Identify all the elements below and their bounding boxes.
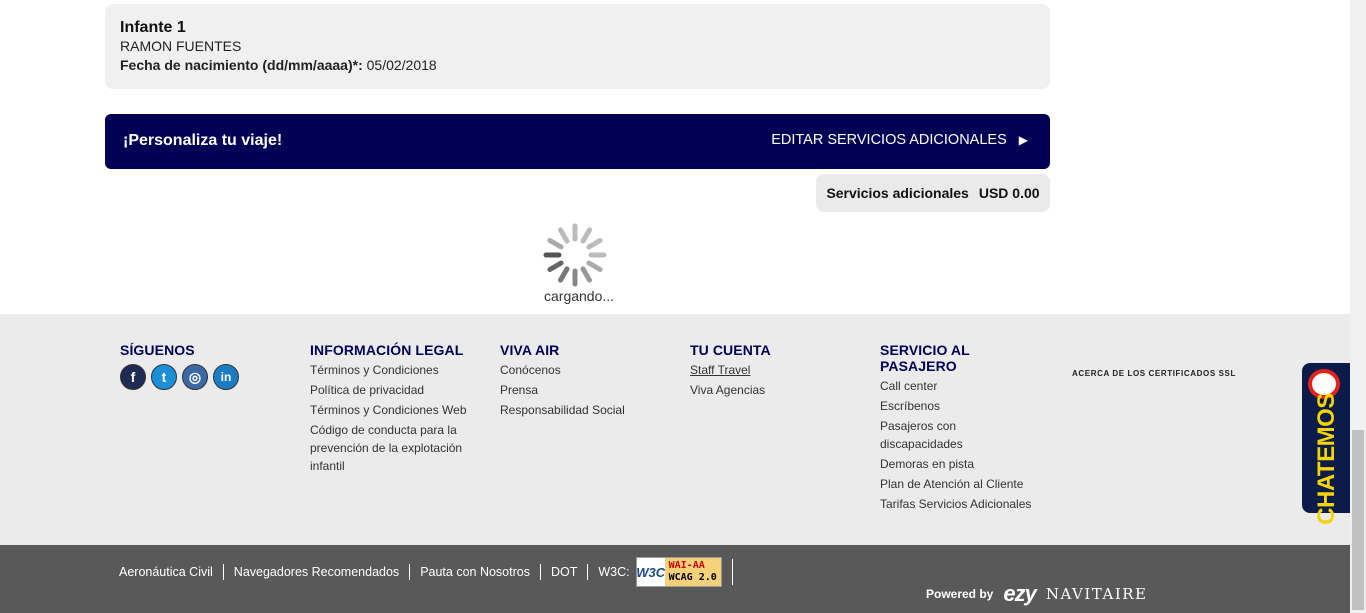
additional-services-total: Servicios adicionales USD 0.00 [816, 174, 1050, 212]
linkedin-icon[interactable]: in [213, 364, 239, 390]
cuenta-link[interactable]: Staff Travel [690, 361, 771, 379]
footer: SÍGUENOS f t ◎ in INFORMACIÓN LEGAL Térm… [0, 314, 1350, 545]
legal-link[interactable]: Términos y Condiciones Web [310, 401, 480, 419]
infant-title: Infante 1 [120, 19, 186, 36]
ezy-logo: ezy [1003, 581, 1036, 606]
pasajero-link[interactable]: Escríbenos [880, 397, 1050, 415]
edit-services-label: EDITAR SERVICIOS ADICIONALES [771, 132, 1007, 148]
bottom-bar: Aeronáutica Civil Navegadores Recomendad… [0, 545, 1350, 613]
bottom-link[interactable]: DOT [541, 564, 589, 580]
ssl-certificates-link[interactable]: ACERCA DE LOS CERTIFICADOS SSL [1072, 369, 1236, 378]
legal-link[interactable]: Política de privacidad [310, 381, 480, 399]
w3c-logo: W3C [636, 558, 665, 586]
vivaair-link[interactable]: Responsabilidad Social [500, 401, 625, 419]
bottom-link[interactable]: Navegadores Recomendados [224, 564, 411, 580]
chat-label: CHATEMOS [1313, 393, 1340, 525]
twitter-icon[interactable]: t [151, 364, 177, 390]
bottom-link[interactable]: Aeronáutica Civil [119, 564, 224, 580]
loading-text: cargando... [544, 288, 615, 304]
instagram-icon[interactable]: ◎ [182, 364, 208, 390]
footer-vivaair: VIVA AIR Conócenos Prensa Responsabilida… [500, 342, 625, 421]
footer-legal: INFORMACIÓN LEGAL Términos y Condiciones… [310, 342, 480, 477]
vivaair-link[interactable]: Conócenos [500, 361, 625, 379]
siguenos-title: SÍGUENOS [120, 342, 195, 358]
social-icons: f t ◎ in [120, 364, 239, 390]
wcag-badge[interactable]: W3C WAI-AA WCAG 2.0 [635, 557, 722, 587]
wai-text: WAI-AA WCAG 2.0 [664, 558, 721, 586]
chat-widget[interactable]: CHATEMOS [1302, 363, 1350, 525]
pasajero-link[interactable]: Tarifas Servicios Adicionales [880, 495, 1050, 513]
pasajero-link[interactable]: Demoras en pista [880, 455, 1050, 473]
footer-pasajero: SERVICIO AL PASAJERO Call center Escríbe… [880, 342, 1050, 515]
scrollbar[interactable] [1350, 0, 1366, 613]
cuenta-link[interactable]: Viva Agencias [690, 381, 771, 399]
powered-by-label: Powered by [926, 587, 994, 601]
vivaair-title: VIVA AIR [500, 342, 560, 358]
bottom-link[interactable]: Pauta con Nosotros [410, 564, 541, 580]
additional-services-value: USD 0.00 [978, 185, 1040, 201]
dob-value: 05/02/2018 [362, 57, 437, 73]
powered-by: Powered by ezy NAVITAIRE [926, 581, 1148, 607]
footer-siguenos: SÍGUENOS f t ◎ in [120, 342, 239, 390]
loading-spinner-icon [543, 223, 607, 287]
personaliza-banner: ¡Personaliza tu viaje! EDITAR SERVICIOS … [105, 114, 1050, 169]
play-arrow-icon: ▶ [1018, 133, 1028, 147]
cuenta-title: TU CUENTA [690, 342, 771, 358]
pasajero-link[interactable]: Plan de Atención al Cliente [880, 475, 1050, 493]
w3c-label: W3C: [598, 565, 630, 579]
vivaair-link[interactable]: Prensa [500, 381, 625, 399]
personaliza-title: ¡Personaliza tu viaje! [123, 132, 283, 149]
legal-link[interactable]: Código de conducta para la prevención de… [310, 421, 480, 475]
infant-name: RAMON FUENTES [120, 38, 242, 54]
legal-title: INFORMACIÓN LEGAL [310, 342, 464, 358]
facebook-icon[interactable]: f [120, 364, 146, 390]
additional-services-label: Servicios adicionales [826, 185, 969, 201]
pasajero-link[interactable]: Call center [880, 377, 1050, 395]
w3c-section: W3C: W3C WAI-AA WCAG 2.0 [588, 557, 733, 587]
infant-dob: Fecha de nacimiento (dd/mm/aaaa)*: 05/02… [120, 56, 1035, 75]
bottom-links: Aeronáutica Civil Navegadores Recomendad… [119, 557, 733, 587]
dob-label: Fecha de nacimiento (dd/mm/aaaa)*: [120, 57, 363, 73]
edit-services-link[interactable]: EDITAR SERVICIOS ADICIONALES ▶ [771, 132, 1028, 148]
wai-line2: WCAG 2.0 [668, 572, 717, 583]
footer-cuenta: TU CUENTA Staff Travel Viva Agencias [690, 342, 771, 401]
navitaire-logo: NAVITAIRE [1045, 585, 1148, 603]
legal-link[interactable]: Términos y Condiciones [310, 361, 480, 379]
scrollbar-thumb[interactable] [1352, 430, 1364, 610]
wai-line1: WAI-AA [668, 560, 705, 571]
infant-card: Infante 1 RAMON FUENTES Fecha de nacimie… [105, 4, 1050, 89]
pasajero-link[interactable]: Pasajeros con discapacidades [880, 417, 990, 453]
pasajero-title: SERVICIO AL PASAJERO [880, 342, 970, 374]
